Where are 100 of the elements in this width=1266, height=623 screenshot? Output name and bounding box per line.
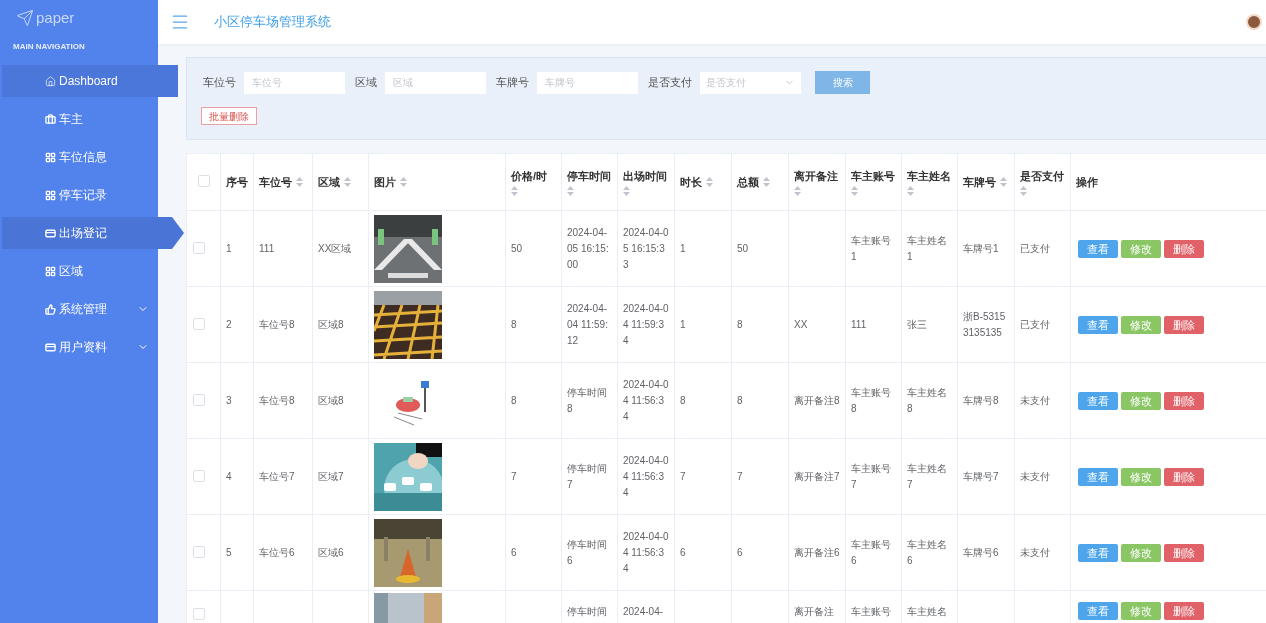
table-cell-text: 区域6: [318, 545, 345, 560]
table-cell-text: 车位号7: [259, 469, 296, 484]
sort-icon[interactable]: [344, 177, 351, 187]
table-cell-text: XX: [794, 317, 809, 332]
table-cell-text: 1: [680, 241, 687, 256]
checkbox[interactable]: [193, 545, 205, 558]
table-cell-text: 离开备注7: [794, 469, 840, 484]
table-cell-text: 已支付: [1020, 241, 1051, 256]
table-cell-text: 3: [226, 393, 233, 408]
nav-item[interactable]: 出场登记: [2, 217, 184, 249]
search-button[interactable]: 搜索: [815, 71, 870, 94]
table-cell-text: 车主账号1: [851, 233, 892, 264]
column-header: 图片: [374, 174, 396, 190]
nav-item[interactable]: 车主: [2, 103, 160, 135]
table-cell-text: 停车时间7: [567, 461, 608, 492]
table-cell-text: 1: [226, 241, 233, 256]
table-cell-text: XX区域: [318, 241, 353, 256]
action-button[interactable]: 删除: [1164, 543, 1204, 562]
table-cell-text: 2024-04-04 11:56:34: [623, 453, 669, 500]
action-button[interactable]: 删除: [1164, 391, 1204, 410]
column-header: 价格/时: [511, 168, 548, 184]
action-button[interactable]: 查看: [1078, 543, 1118, 562]
sort-icon[interactable]: [763, 177, 770, 187]
nav-item[interactable]: 用户资料: [2, 331, 160, 363]
logo-text: paper: [36, 7, 75, 28]
action-button[interactable]: 查看: [1078, 467, 1118, 486]
table-cell-text: 8: [511, 317, 518, 332]
nav-item[interactable]: 区域: [2, 255, 160, 287]
action-button[interactable]: 修改: [1121, 239, 1161, 258]
table-cell-text: 未支付: [1020, 393, 1051, 408]
avatar[interactable]: [1246, 14, 1262, 30]
table-cell-text: 2024-04-04 11:56:34: [623, 529, 669, 576]
action-button[interactable]: 删除: [1164, 602, 1204, 620]
nav-icon: [45, 341, 56, 353]
nav-item[interactable]: Dashboard: [2, 65, 178, 97]
table-cell-text: 车主账号: [851, 605, 892, 619]
action-button[interactable]: 删除: [1164, 315, 1204, 334]
nav-item[interactable]: 系统管理: [2, 293, 160, 325]
column-header: 总额: [737, 174, 759, 190]
checkbox[interactable]: [193, 469, 205, 482]
sort-icon[interactable]: [296, 177, 303, 187]
action-button[interactable]: 查看: [1078, 391, 1118, 410]
sort-icon[interactable]: [907, 186, 914, 197]
sort-icon[interactable]: [851, 186, 858, 197]
nav-icon: [45, 113, 56, 125]
table-cell-text: 8: [737, 393, 744, 408]
paper-plane-icon: [16, 9, 34, 27]
table-cell-text: 停车时间: [567, 605, 608, 619]
checkbox[interactable]: [197, 175, 210, 187]
nav-icon: [45, 227, 56, 239]
table-cell-text: 6: [680, 545, 687, 560]
table-cell-text: 区域8: [318, 393, 345, 408]
nav-heading: MAIN NAVIGATION: [12, 41, 86, 53]
sort-icon[interactable]: [1000, 177, 1007, 187]
checkbox[interactable]: [193, 241, 205, 254]
checkbox[interactable]: [193, 393, 205, 406]
table-cell-text: 车牌号6: [963, 545, 1000, 560]
sort-icon[interactable]: [567, 186, 574, 197]
table-cell-text: 1: [680, 317, 687, 332]
nav-item[interactable]: 停车记录: [2, 179, 160, 211]
batch-delete-button[interactable]: 批量删除: [201, 107, 257, 125]
checkbox[interactable]: [193, 317, 205, 330]
nav-item[interactable]: 车位信息: [2, 141, 160, 173]
table-cell-text: 未支付: [1020, 545, 1051, 560]
sort-icon[interactable]: [623, 186, 630, 197]
column-header: 车牌号: [963, 174, 996, 190]
table-cell-text: 张三: [907, 317, 928, 332]
action-button[interactable]: 修改: [1121, 467, 1161, 486]
action-button[interactable]: 删除: [1164, 467, 1204, 486]
nav-icon: [45, 75, 56, 87]
table-cell-text: 浙B-53153135135: [963, 309, 1007, 340]
table-cell-text: 7: [511, 469, 518, 484]
sort-icon[interactable]: [794, 186, 801, 197]
action-button[interactable]: 修改: [1121, 602, 1161, 620]
sort-icon[interactable]: [706, 177, 713, 187]
input-field[interactable]: 区域: [385, 71, 486, 94]
table-cell-text: 车牌号7: [963, 469, 1000, 484]
sort-icon[interactable]: [511, 186, 518, 197]
action-button[interactable]: 修改: [1121, 315, 1161, 334]
action-button[interactable]: 删除: [1164, 239, 1204, 258]
table-cell-text: 50: [511, 241, 524, 256]
table-cell-text: 车牌号8: [963, 393, 1000, 408]
filter-label: 是否支付: [648, 75, 692, 91]
sort-icon[interactable]: [1020, 186, 1027, 197]
table-cell-text: 7: [737, 469, 744, 484]
checkbox[interactable]: [193, 608, 205, 620]
table-cell-text: 区域8: [318, 317, 345, 332]
action-button[interactable]: 修改: [1121, 391, 1161, 410]
table-cell-text: 6: [511, 545, 518, 560]
action-button[interactable]: 查看: [1078, 602, 1118, 620]
sort-icon[interactable]: [400, 177, 407, 187]
column-header: 车位号: [259, 174, 292, 190]
action-button[interactable]: 查看: [1078, 239, 1118, 258]
table-cell-text: 停车时间8: [567, 385, 608, 416]
table-cell-text: 车主账号6: [851, 537, 892, 568]
table-cell-text: 车主姓名1: [907, 233, 948, 264]
nav-icon: [45, 189, 56, 201]
table-cell-text: 未支付: [1020, 469, 1051, 484]
action-button[interactable]: 修改: [1121, 543, 1161, 562]
action-button[interactable]: 查看: [1078, 315, 1118, 334]
